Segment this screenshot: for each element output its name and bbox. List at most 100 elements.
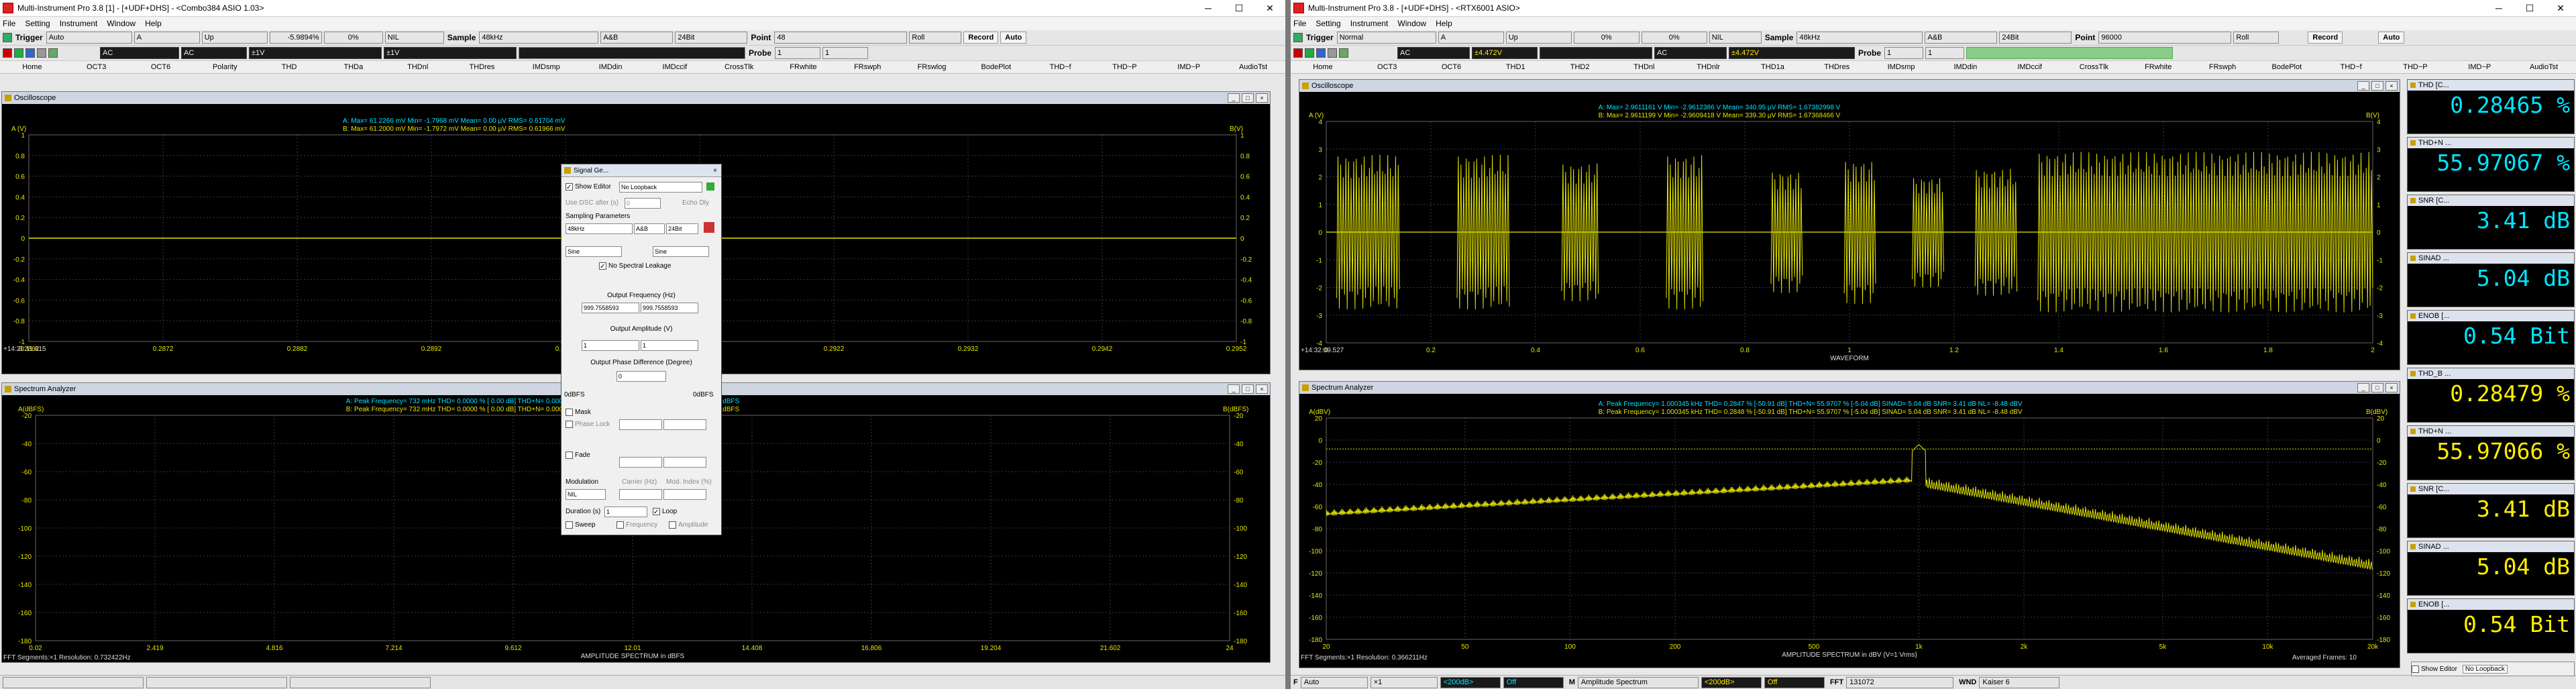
function-button-bodeplot[interactable]: BodePlot [2255, 63, 2319, 71]
record-button[interactable]: Record [963, 32, 999, 44]
coupling-a-select[interactable]: AC [100, 47, 179, 59]
function-button-oct6[interactable]: OCT6 [129, 63, 193, 71]
mask-checkbox[interactable]: Mask [575, 409, 591, 416]
function-button-imddin[interactable]: IMDdin [1933, 63, 1998, 71]
function-button-thdres[interactable]: THDres [450, 63, 515, 71]
function-button-bodeplot[interactable]: BodePlot [964, 63, 1028, 71]
function-button-crosstlk[interactable]: CrossTlk [2062, 63, 2127, 71]
panel-maximize-button[interactable]: □ [1242, 93, 1254, 103]
function-button-thda[interactable]: THDa [321, 63, 386, 71]
maximize-button[interactable]: ☐ [1224, 3, 1254, 14]
function-button-oct3[interactable]: OCT3 [1355, 63, 1419, 71]
panel-maximize-button[interactable]: □ [2371, 383, 2383, 392]
function-button-thd-p[interactable]: THD~P [2383, 63, 2448, 71]
menu-instrument[interactable]: Instrument [1350, 19, 1389, 28]
minimize-button[interactable]: ─ [2483, 3, 2514, 13]
status-field[interactable] [146, 676, 287, 688]
trigger-edge-select[interactable]: Up [201, 32, 268, 44]
function-button-thdnl[interactable]: THDnl [386, 63, 450, 71]
function-button-thdres[interactable]: THDres [1805, 63, 1869, 71]
freq-mult-select[interactable]: ×1 [1370, 676, 1438, 688]
mask-start-field[interactable] [619, 419, 662, 430]
function-button-imdccif[interactable]: IMDccif [1998, 63, 2062, 71]
function-button-thdnlr[interactable]: THDnlr [1676, 63, 1741, 71]
menu-file[interactable]: File [1293, 19, 1306, 28]
fade-in-field[interactable] [619, 457, 662, 468]
sweep-checkbox[interactable]: Sweep [575, 521, 596, 529]
function-button-audiotst[interactable]: AudioTst [1221, 63, 1285, 71]
function-button-oct6[interactable]: OCT6 [1419, 63, 1484, 71]
mod-index-field[interactable] [663, 489, 706, 500]
function-button-frswph[interactable]: FRswph [2190, 63, 2255, 71]
trigger-level-field[interactable]: -5.9894% [269, 32, 322, 44]
menu-window[interactable]: Window [1397, 19, 1426, 28]
amplitude-a-field[interactable]: 1 [582, 340, 639, 351]
range-b-select[interactable]: ±1V [384, 47, 517, 59]
function-button-home[interactable]: Home [0, 63, 64, 71]
dsc-field[interactable]: 0 [625, 198, 661, 209]
echo-checkbox[interactable]: Echo Dly [682, 199, 709, 207]
function-button-frswph[interactable]: FRswph [835, 63, 900, 71]
trigger-nil-select[interactable]: NIL [1709, 32, 1762, 44]
sweep-amplitude-checkbox[interactable]: Amplitude [678, 521, 708, 529]
function-button-frwhite[interactable]: FRwhite [2126, 63, 2190, 71]
fft-size-select[interactable]: 131072 [1846, 676, 1954, 688]
function-button-thd-f[interactable]: THD~f [1028, 63, 1093, 71]
dialog-close-button[interactable]: × [709, 167, 721, 174]
gen-sample-rate-select[interactable]: 48kHz [566, 223, 633, 234]
menu-file[interactable]: File [3, 19, 15, 28]
trigger-mode-select[interactable]: Normal [1336, 32, 1436, 44]
close-button[interactable]: ✕ [1254, 3, 1285, 14]
mask-end-field[interactable] [663, 419, 706, 430]
panel-close-button[interactable]: × [1256, 384, 1268, 394]
show-editor-checkbox[interactable]: Show Editor [2421, 666, 2457, 673]
waveform-a-select[interactable]: Sine [566, 246, 622, 257]
bit-depth-select[interactable]: 24Bit [1999, 32, 2072, 44]
function-button-thd-f[interactable]: THD~f [2319, 63, 2383, 71]
generator-on-indicator[interactable] [706, 182, 714, 191]
function-button-imdccif[interactable]: IMDccif [643, 63, 707, 71]
loopback-select[interactable]: No Loopback [2462, 664, 2508, 674]
function-button-imd-p[interactable]: IMD~P [2447, 63, 2512, 71]
probe-b-select[interactable]: 1 [1925, 47, 1965, 59]
menu-help[interactable]: Help [145, 19, 162, 28]
panel-maximize-button[interactable]: □ [2371, 81, 2383, 91]
panel-maximize-button[interactable]: □ [1242, 384, 1254, 394]
show-editor-checkbox[interactable]: Show Editor [575, 183, 611, 191]
db-range-1[interactable]: <200dB> [1440, 676, 1501, 688]
phase-field[interactable]: 0 [616, 371, 666, 382]
run-icon[interactable] [14, 48, 23, 58]
trigger-channel-select[interactable]: A [1438, 32, 1504, 44]
loop-checkbox[interactable]: Loop [662, 508, 677, 515]
right-spectrum-plot[interactable]: 20 200 0-20 -20-40 -40-60 -60-80 -80-100 -100-1… [1299, 394, 2398, 666]
status-field[interactable] [3, 676, 144, 688]
menu-instrument[interactable]: Instrument [60, 19, 98, 28]
menu-window[interactable]: Window [107, 19, 136, 28]
point-select[interactable]: 48 [774, 32, 908, 44]
fade-checkbox[interactable]: Fade [575, 452, 590, 459]
function-button-thd1[interactable]: THD1 [1483, 63, 1548, 71]
panel-minimize-button[interactable]: _ [1228, 93, 1240, 103]
function-button-thd1a[interactable]: THD1a [1741, 63, 1805, 71]
function-button-thd-p[interactable]: THD~P [1093, 63, 1157, 71]
bit-depth-select[interactable]: 24Bit [675, 32, 748, 44]
function-button-home[interactable]: Home [1291, 63, 1355, 71]
maximize-button[interactable]: ☐ [2514, 3, 2545, 14]
fade-out-field[interactable] [663, 457, 706, 468]
gen-mute-icon[interactable] [704, 222, 714, 233]
window-function-select[interactable]: Kaiser 6 [1979, 676, 2060, 688]
trigger-nil-select[interactable]: NIL [384, 32, 444, 44]
frequency-a-field[interactable]: 999.7558593 [582, 303, 639, 313]
point-select[interactable]: 96000 [2098, 32, 2232, 44]
range-a-select[interactable]: ±4.472V [1472, 47, 1538, 59]
status-field[interactable] [290, 676, 431, 688]
pretrigger-field[interactable]: 0% [1641, 32, 1707, 44]
gen-channel-select[interactable]: A&B [634, 223, 665, 234]
run-icon[interactable] [1305, 48, 1314, 58]
function-button-thd2[interactable]: THD2 [1548, 63, 1612, 71]
stop-icon[interactable] [3, 48, 12, 58]
amplitude-b-field[interactable]: 1 [641, 340, 698, 351]
function-button-frwhite[interactable]: FRwhite [771, 63, 836, 71]
function-button-audiotst[interactable]: AudioTst [2512, 63, 2576, 71]
record-button[interactable]: Record [2308, 32, 2343, 44]
